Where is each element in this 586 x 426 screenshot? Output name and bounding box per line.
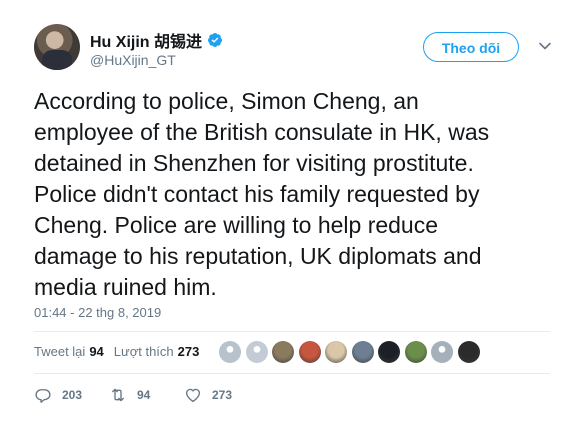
tweet-line: Cheng. Police are willing to help reduce — [34, 212, 439, 238]
liker-avatar[interactable] — [457, 341, 480, 363]
chevron-down-icon[interactable] — [538, 39, 552, 53]
retweets-label: Tweet lại — [34, 344, 86, 359]
author-avatar[interactable] — [34, 24, 80, 70]
retweet-icon — [112, 388, 124, 402]
author-handle[interactable]: @HuXijin_GT — [90, 52, 176, 68]
tweet-line: damage to his reputation, UK diplomats a… — [34, 243, 482, 269]
tweet-line: detained in Shenzhen for visiting prosti… — [34, 150, 474, 176]
liker-avatar[interactable] — [219, 341, 241, 363]
tweet-stats: Tweet lại 94 Lượt thích 273 — [34, 344, 199, 359]
divider — [34, 373, 550, 374]
verified-badge-icon — [208, 33, 223, 47]
follow-button[interactable]: Theo dõi — [423, 32, 519, 62]
likes-count: 273 — [177, 344, 200, 359]
like-count: 273 — [212, 388, 233, 402]
divider — [34, 331, 550, 332]
like-action[interactable]: 273 — [184, 386, 232, 404]
author-name-line: Hu Xijin 胡锡进 — [90, 28, 223, 52]
retweet-action[interactable]: 94 — [109, 386, 184, 404]
reply-action[interactable]: 203 — [34, 386, 109, 404]
tweet-actions: 203 94 273 — [34, 386, 232, 404]
liker-avatar[interactable] — [404, 341, 427, 363]
likes-label: Lượt thích — [113, 344, 174, 359]
tweet-line: employee of the British consulate in HK,… — [34, 119, 490, 145]
tweet-header: Hu Xijin 胡锡进 @HuXijin_GT Theo dõi — [34, 24, 564, 74]
tweet-timestamp[interactable]: 01:44 - 22 thg 8, 2019 — [34, 305, 161, 320]
liker-avatar[interactable] — [245, 341, 268, 363]
retweets-count: 94 — [89, 344, 104, 359]
tweet-text: According to police, Simon Cheng, an emp… — [34, 86, 554, 303]
heart-icon — [185, 388, 201, 403]
tweet-line: media ruined him. — [34, 274, 217, 300]
author-name[interactable]: Hu Xijin 胡锡进 — [90, 28, 202, 52]
liker-avatar[interactable] — [431, 341, 453, 363]
tweet-line: Police didn't contact his family request… — [34, 181, 480, 207]
retweet-count: 94 — [137, 388, 151, 402]
liker-avatar[interactable] — [351, 341, 374, 363]
liker-avatar[interactable] — [325, 341, 347, 363]
reply-icon — [35, 389, 51, 403]
tweet-line: According to police, Simon Cheng, an — [34, 88, 419, 114]
liker-avatars — [219, 341, 484, 363]
liker-avatar[interactable] — [272, 341, 294, 363]
liker-avatar[interactable] — [378, 341, 400, 363]
liker-avatar[interactable] — [298, 341, 321, 363]
likes-stat[interactable]: Lượt thích 273 — [114, 344, 200, 359]
reply-count: 203 — [62, 388, 83, 402]
retweets-stat[interactable]: Tweet lại 94 — [34, 344, 104, 359]
